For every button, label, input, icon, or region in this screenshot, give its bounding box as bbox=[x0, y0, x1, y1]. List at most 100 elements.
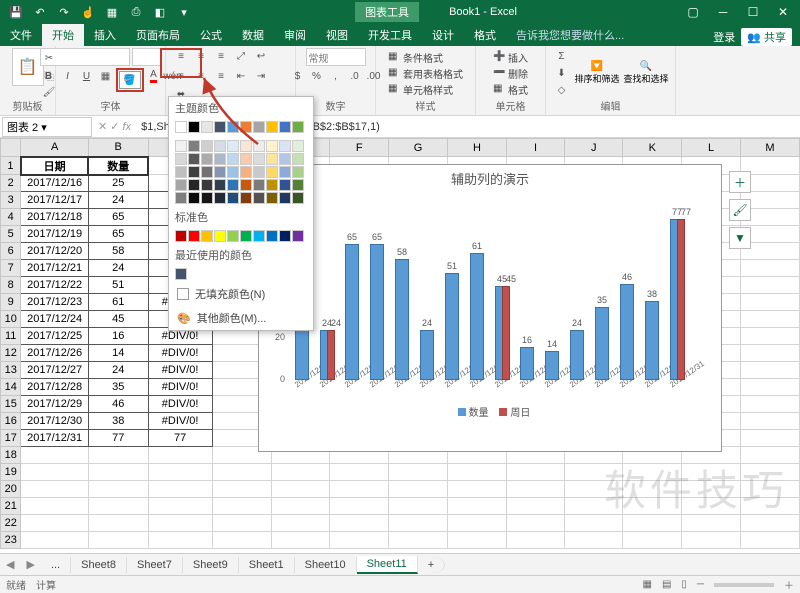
color-swatch[interactable] bbox=[279, 192, 291, 204]
tab-format[interactable]: 格式 bbox=[464, 24, 506, 46]
align-bottom-icon[interactable]: ≡ bbox=[212, 48, 230, 64]
sheet-tab[interactable]: Sheet1 bbox=[239, 557, 295, 573]
qat-btn[interactable]: ▦ bbox=[104, 4, 120, 20]
zoom-out-icon[interactable]: ─ bbox=[697, 579, 704, 590]
tab-formulas[interactable]: 公式 bbox=[190, 24, 232, 46]
sheet-tab[interactable]: Sheet7 bbox=[127, 557, 183, 573]
wrap-text-icon[interactable]: ↩ bbox=[252, 48, 270, 64]
italic-button[interactable]: I bbox=[59, 68, 77, 84]
color-swatch[interactable] bbox=[188, 153, 200, 165]
worksheet-grid[interactable]: ABCDEFGHIJKLM1日期数量22017/12/162532017/12/… bbox=[0, 138, 800, 558]
redo-icon[interactable]: ↷ bbox=[56, 4, 72, 20]
view-pagebreak-icon[interactable]: ▯ bbox=[681, 579, 687, 590]
color-swatch[interactable] bbox=[188, 121, 200, 133]
clear-icon[interactable]: ◇ bbox=[552, 82, 570, 98]
color-swatch[interactable] bbox=[253, 153, 265, 165]
find-select-button[interactable]: 🔍查找和选择 bbox=[624, 61, 669, 85]
format-cells-button[interactable]: ▦格式 bbox=[493, 82, 528, 97]
sheet-tab[interactable]: Sheet8 bbox=[71, 557, 127, 573]
color-swatch[interactable] bbox=[214, 153, 226, 165]
tab-nav-prev[interactable]: ◀ bbox=[0, 558, 20, 571]
tab-data[interactable]: 数据 bbox=[232, 24, 274, 46]
color-swatch[interactable] bbox=[266, 192, 278, 204]
comma-icon[interactable]: , bbox=[327, 68, 345, 84]
chart-bar[interactable] bbox=[677, 219, 685, 380]
chart-bar[interactable] bbox=[645, 301, 659, 380]
color-swatch[interactable] bbox=[240, 192, 252, 204]
color-swatch[interactable] bbox=[188, 179, 200, 191]
color-swatch[interactable] bbox=[240, 179, 252, 191]
ribbon-display-icon[interactable]: ▢ bbox=[680, 2, 706, 22]
color-swatch[interactable] bbox=[227, 192, 239, 204]
color-swatch[interactable] bbox=[292, 153, 304, 165]
color-swatch[interactable] bbox=[292, 179, 304, 191]
chart-title[interactable]: 辅助列的演示 bbox=[259, 165, 721, 192]
cell-styles-button[interactable]: ▦单元格样式 bbox=[388, 82, 463, 97]
color-swatch[interactable] bbox=[227, 153, 239, 165]
color-swatch[interactable] bbox=[214, 230, 226, 242]
view-layout-icon[interactable]: ▤ bbox=[662, 579, 671, 590]
font-size-select[interactable] bbox=[132, 48, 162, 66]
tab-review[interactable]: 审阅 bbox=[274, 24, 316, 46]
color-swatch[interactable] bbox=[227, 230, 239, 242]
maximize-icon[interactable]: ☐ bbox=[740, 2, 766, 22]
orientation-icon[interactable]: ⤢ bbox=[232, 48, 250, 64]
color-swatch[interactable] bbox=[266, 121, 278, 133]
chart-bar[interactable] bbox=[345, 244, 359, 380]
chart-bar[interactable] bbox=[545, 351, 559, 380]
sheet-tab[interactable]: ... bbox=[41, 557, 71, 573]
save-icon[interactable]: 💾 bbox=[8, 4, 24, 20]
currency-icon[interactable]: $ bbox=[289, 68, 307, 84]
format-painter-icon[interactable]: 🖌 bbox=[40, 84, 58, 100]
fill-color-button[interactable]: 🪣 bbox=[116, 68, 144, 92]
color-swatch[interactable] bbox=[175, 268, 187, 280]
color-swatch[interactable] bbox=[279, 230, 291, 242]
align-middle-icon[interactable]: ≡ bbox=[192, 48, 210, 64]
zoom-in-icon[interactable]: ＋ bbox=[784, 577, 794, 592]
name-box[interactable]: 图表 2 ▾ bbox=[2, 117, 92, 137]
zoom-slider[interactable] bbox=[714, 583, 774, 587]
color-swatch[interactable] bbox=[214, 166, 226, 178]
color-swatch[interactable] bbox=[201, 179, 213, 191]
autosum-icon[interactable]: Σ bbox=[552, 48, 570, 64]
tab-developer[interactable]: 开发工具 bbox=[358, 24, 422, 46]
color-swatch[interactable] bbox=[266, 166, 278, 178]
color-swatch[interactable] bbox=[201, 140, 213, 152]
align-top-icon[interactable]: ≡ bbox=[172, 48, 190, 64]
color-swatch[interactable] bbox=[175, 153, 187, 165]
minimize-icon[interactable]: ─ bbox=[710, 2, 736, 22]
color-swatch[interactable] bbox=[175, 179, 187, 191]
qat-btn[interactable]: ◧ bbox=[152, 4, 168, 20]
chart-bar[interactable] bbox=[295, 328, 309, 380]
align-right-icon[interactable]: ≡ bbox=[212, 68, 230, 84]
cut-icon[interactable]: ✂ bbox=[40, 50, 58, 66]
close-icon[interactable]: ✕ bbox=[770, 2, 796, 22]
dec-inc-icon[interactable]: .0 bbox=[346, 68, 364, 84]
copy-icon[interactable]: ⿻ bbox=[40, 67, 58, 83]
chart-legend[interactable]: 数量 周日 bbox=[259, 402, 721, 421]
chart-bar[interactable] bbox=[470, 253, 484, 380]
chart-styles-button[interactable]: 🖌 bbox=[729, 199, 751, 221]
no-fill-item[interactable]: 无填充颜色(N) bbox=[169, 282, 313, 306]
color-swatch[interactable] bbox=[175, 192, 187, 204]
color-swatch[interactable] bbox=[266, 140, 278, 152]
chart-bar[interactable] bbox=[327, 330, 335, 380]
color-swatch[interactable] bbox=[175, 166, 187, 178]
tab-file[interactable]: 文件 bbox=[0, 24, 42, 46]
color-swatch[interactable] bbox=[253, 192, 265, 204]
chart-bar[interactable] bbox=[445, 273, 459, 380]
color-swatch[interactable] bbox=[214, 179, 226, 191]
new-sheet-button[interactable]: + bbox=[418, 557, 445, 573]
sheet-tab-active[interactable]: Sheet11 bbox=[357, 556, 418, 574]
color-swatch[interactable] bbox=[175, 140, 187, 152]
border-button[interactable]: ▦ bbox=[97, 68, 115, 84]
indent-inc-icon[interactable]: ⇥ bbox=[252, 68, 270, 84]
delete-cells-button[interactable]: ➖删除 bbox=[493, 66, 528, 81]
color-swatch[interactable] bbox=[240, 153, 252, 165]
color-swatch[interactable] bbox=[292, 121, 304, 133]
color-swatch[interactable] bbox=[253, 121, 265, 133]
format-as-table-button[interactable]: ▦套用表格格式 bbox=[388, 66, 463, 81]
color-swatch[interactable] bbox=[279, 179, 291, 191]
color-swatch[interactable] bbox=[279, 166, 291, 178]
color-swatch[interactable] bbox=[240, 121, 252, 133]
